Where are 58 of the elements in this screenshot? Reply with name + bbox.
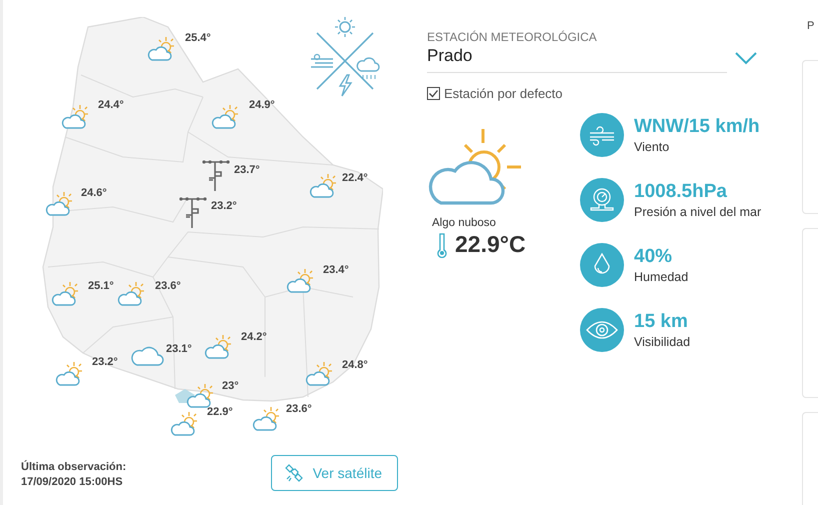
partly-cloudy-icon <box>186 383 216 409</box>
station-field-label: ESTACIÓN METEOROLÓGICA <box>427 30 598 44</box>
partly-cloudy-icon <box>204 334 234 360</box>
temperature-label: 24.4° <box>98 99 124 111</box>
station-select[interactable]: Prado <box>427 44 727 73</box>
panel-heading: P <box>807 20 816 32</box>
satellite-icon <box>284 463 304 483</box>
temperature-label: 23.7° <box>234 164 260 176</box>
temperature-label: 24.8° <box>342 359 368 371</box>
checkbox-label: Estación por defecto <box>444 86 563 101</box>
reading-value: WNW/15 km/h <box>634 116 760 138</box>
reading-label: Viento <box>634 140 670 154</box>
reading-value: 15 km <box>634 311 689 333</box>
chevron-down-icon <box>735 52 757 65</box>
water-drop-icon <box>580 243 624 287</box>
weather-station-icon <box>201 160 231 192</box>
partly-cloudy-icon <box>252 406 282 432</box>
last-observation-time: 17/09/2020 15:00HS <box>21 476 124 488</box>
temperature-label: 22.9° <box>207 406 233 418</box>
partly-cloudy-icon <box>211 104 241 130</box>
partly-cloudy-icon <box>309 173 339 199</box>
temperature-label: 22.4° <box>342 172 368 184</box>
temperature-label: 24.6° <box>81 187 107 199</box>
temperature-label: 23.1° <box>166 343 192 355</box>
partly-cloudy-icon <box>51 281 81 307</box>
reading-label: Visibilidad <box>634 335 690 349</box>
last-observation-label: Última observación: <box>21 460 126 472</box>
thermometer-icon <box>437 232 447 258</box>
temperature-label: 23.4° <box>323 264 349 276</box>
temperature-label: 24.9° <box>249 99 275 111</box>
reading-label: Humedad <box>634 270 688 284</box>
temperature-label: 23° <box>222 380 239 392</box>
temperature-label: 25.1° <box>88 280 114 292</box>
partly-cloudy-icon <box>286 268 316 294</box>
temperature-label: 23.6° <box>155 280 181 292</box>
default-station-checkbox[interactable] <box>427 87 440 100</box>
condition-label: Algo nuboso <box>432 217 497 229</box>
partly-cloudy-icon <box>61 104 91 130</box>
weather-types-icon <box>309 15 381 97</box>
gauge-icon <box>580 178 624 222</box>
partly-cloudy-icon <box>147 36 177 62</box>
reading-value: 40% <box>634 246 674 268</box>
temperature-label: 25.4° <box>185 32 211 44</box>
temperature-label: 23.2° <box>211 200 237 212</box>
reading-label: Presión a nivel del mar <box>634 205 762 219</box>
temperature-label: 23.6° <box>286 403 312 415</box>
temperature-label: 23.2° <box>92 356 118 368</box>
temperature-label: 24.2° <box>241 331 267 343</box>
partly-cloudy-icon <box>170 411 200 437</box>
temperature-value: 22.9°C <box>455 231 526 258</box>
weather-station-icon <box>178 197 208 229</box>
partly-cloudy-icon <box>305 361 335 387</box>
wind-icon <box>580 113 624 157</box>
partly-cloudy-icon <box>117 281 147 307</box>
eye-icon <box>580 308 624 352</box>
partly-cloudy-icon <box>55 361 85 387</box>
partly-cloudy-icon <box>45 191 75 217</box>
reading-value: 1008.5hPa <box>634 181 728 203</box>
